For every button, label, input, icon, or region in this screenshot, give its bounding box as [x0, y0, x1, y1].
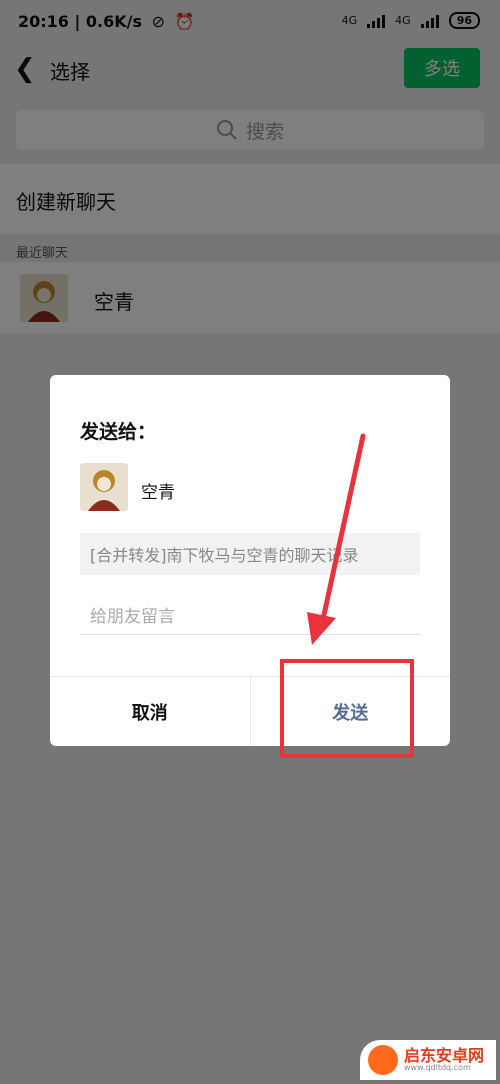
watermark-url: www.qdltdq.com: [404, 1063, 471, 1073]
watermark: 启东安卓网 www.qdltdq.com: [360, 1040, 496, 1080]
watermark-name: 启东安卓网: [404, 1045, 485, 1065]
annotation-highlight-box: [280, 659, 414, 758]
annotation-arrow: [307, 433, 366, 645]
watermark-logo-icon: [368, 1045, 398, 1075]
